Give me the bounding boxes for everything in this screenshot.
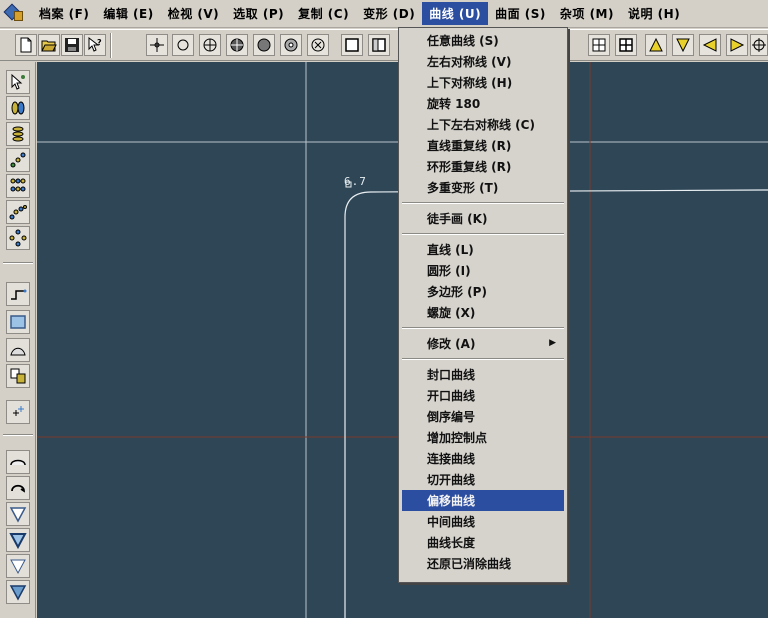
point-diagonal-icon[interactable]	[6, 148, 30, 172]
curve-rounded-icon[interactable]	[6, 450, 30, 474]
menu-help[interactable]: 说明 (H)	[621, 2, 687, 25]
triangle-thin-icon[interactable]	[6, 554, 30, 578]
menu-item-curve-length[interactable]: 曲线长度	[402, 532, 564, 553]
svg-text:?: ?	[97, 38, 102, 47]
menu-item-tb-symmetric[interactable]: 上下对称线 (H)	[402, 72, 564, 93]
menu-item-restore-deleted[interactable]: 还原已消除曲线	[402, 553, 564, 574]
tool-palette	[0, 62, 36, 618]
menu-item-circular-repeat[interactable]: 环形重复线 (R)	[402, 156, 564, 177]
view-grid4-icon[interactable]	[615, 34, 637, 56]
point-grid-icon[interactable]	[6, 174, 30, 198]
triangle-bold-icon[interactable]	[6, 528, 30, 552]
toolbar: ?	[0, 29, 768, 61]
triangle-filled-icon[interactable]	[6, 580, 30, 604]
menu-misc[interactable]: 杂项 (M)	[553, 2, 621, 25]
arrow-up-icon[interactable]	[645, 34, 667, 56]
snap-filled-circle-icon[interactable]	[253, 34, 275, 56]
menu-item-multi-transform[interactable]: 多重变形 (T)	[402, 177, 564, 198]
view-split-icon[interactable]	[368, 34, 390, 56]
menu-separator	[402, 323, 564, 333]
curve-menu-dropdown: 任意曲线 (S) 左右对称线 (V) 上下对称线 (H) 旋转 180 上下左右…	[398, 27, 568, 583]
menu-item-polygon[interactable]: 多边形 (P)	[402, 281, 564, 302]
point-ring-icon[interactable]	[6, 226, 30, 250]
menu-item-rotate-180[interactable]: 旋转 180	[402, 93, 564, 114]
menu-copy[interactable]: 复制 (C)	[291, 2, 356, 25]
add-points-icon[interactable]	[6, 400, 30, 424]
new-file-icon[interactable]	[15, 34, 37, 56]
snap-circle-icon[interactable]	[172, 34, 194, 56]
snap-center-icon[interactable]	[199, 34, 221, 56]
arrow-left-icon[interactable]	[699, 34, 721, 56]
submenu-arrow-icon: ▶	[549, 338, 556, 348]
select-points-icon[interactable]	[6, 70, 30, 94]
menu-item-offset-curve[interactable]: 偏移曲线	[402, 490, 564, 511]
arrow-down-icon[interactable]	[672, 34, 694, 56]
rectangle-select-icon[interactable]	[6, 310, 30, 334]
menu-item-lr-symmetric[interactable]: 左右对称线 (V)	[402, 51, 564, 72]
menu-view[interactable]: 检视 (V)	[161, 2, 226, 25]
menu-item-linear-repeat[interactable]: 直线重复线 (R)	[402, 135, 564, 156]
app-window: 档案 (F) 编辑 (E) 检视 (V) 选取 (P) 复制 (C) 变形 (D…	[0, 0, 768, 618]
menu-item-open-curve[interactable]: 开口曲线	[402, 385, 564, 406]
point-column-icon[interactable]	[6, 122, 30, 146]
point-pair-icon[interactable]	[6, 96, 30, 120]
menu-separator	[402, 354, 564, 364]
menubar: 档案 (F) 编辑 (E) 检视 (V) 选取 (P) 复制 (C) 变形 (D…	[0, 0, 768, 28]
menu-edit[interactable]: 编辑 (E)	[96, 2, 160, 25]
arrow-right-icon[interactable]	[726, 34, 748, 56]
curve-hook-icon[interactable]	[6, 476, 30, 500]
menu-item-four-way-symmetric[interactable]: 上下左右对称线 (C)	[402, 114, 564, 135]
menu-item-middle-curve[interactable]: 中间曲线	[402, 511, 564, 532]
menu-item-modify-label: 修改 (A)	[427, 337, 476, 351]
help-pointer-icon[interactable]: ?	[84, 34, 106, 56]
open-folder-icon[interactable]	[38, 34, 60, 56]
menu-item-cut-curve[interactable]: 切开曲线	[402, 469, 564, 490]
snap-ring-icon[interactable]	[280, 34, 302, 56]
menu-item-freehand[interactable]: 徒手画 (K)	[402, 208, 564, 229]
snap-point-icon[interactable]	[146, 34, 168, 56]
snap-quadrant-icon[interactable]	[226, 34, 248, 56]
copy-shape-icon[interactable]	[6, 364, 30, 388]
menu-transform[interactable]: 变形 (D)	[356, 2, 422, 25]
menu-item-close-curve[interactable]: 封口曲线	[402, 364, 564, 385]
menu-item-spiral[interactable]: 螺旋 (X)	[402, 302, 564, 323]
menu-item-reverse-order[interactable]: 倒序编号	[402, 406, 564, 427]
save-disk-icon[interactable]	[61, 34, 83, 56]
menu-item-freeform-curve[interactable]: 任意曲线 (S)	[402, 30, 564, 51]
view-single-icon[interactable]	[341, 34, 363, 56]
arc-shape-icon[interactable]	[6, 338, 30, 362]
menu-item-join-curves[interactable]: 连接曲线	[402, 448, 564, 469]
menu-item-modify-submenu[interactable]: 修改 (A) ▶	[402, 333, 564, 354]
menu-item-add-control-point[interactable]: 增加控制点	[402, 427, 564, 448]
curve-step-icon[interactable]	[6, 282, 30, 306]
menu-file[interactable]: 档案 (F)	[32, 2, 96, 25]
snap-target-icon[interactable]	[307, 34, 329, 56]
triangle-outline-icon[interactable]	[6, 502, 30, 526]
menu-surface[interactable]: 曲面 (S)	[488, 2, 553, 25]
crosshair-icon[interactable]	[750, 34, 768, 56]
menu-separator	[402, 198, 564, 208]
menu-curve[interactable]: 曲线 (U)	[422, 2, 489, 25]
app-logo-icon	[3, 3, 26, 25]
menu-select[interactable]: 选取 (P)	[226, 2, 291, 25]
coordinate-label: 6.7	[344, 175, 367, 188]
menu-item-circle[interactable]: 圆形 (I)	[402, 260, 564, 281]
view-grid2-icon[interactable]	[588, 34, 610, 56]
menu-item-line[interactable]: 直线 (L)	[402, 239, 564, 260]
menu-separator	[402, 229, 564, 239]
point-curve-icon[interactable]	[6, 200, 30, 224]
